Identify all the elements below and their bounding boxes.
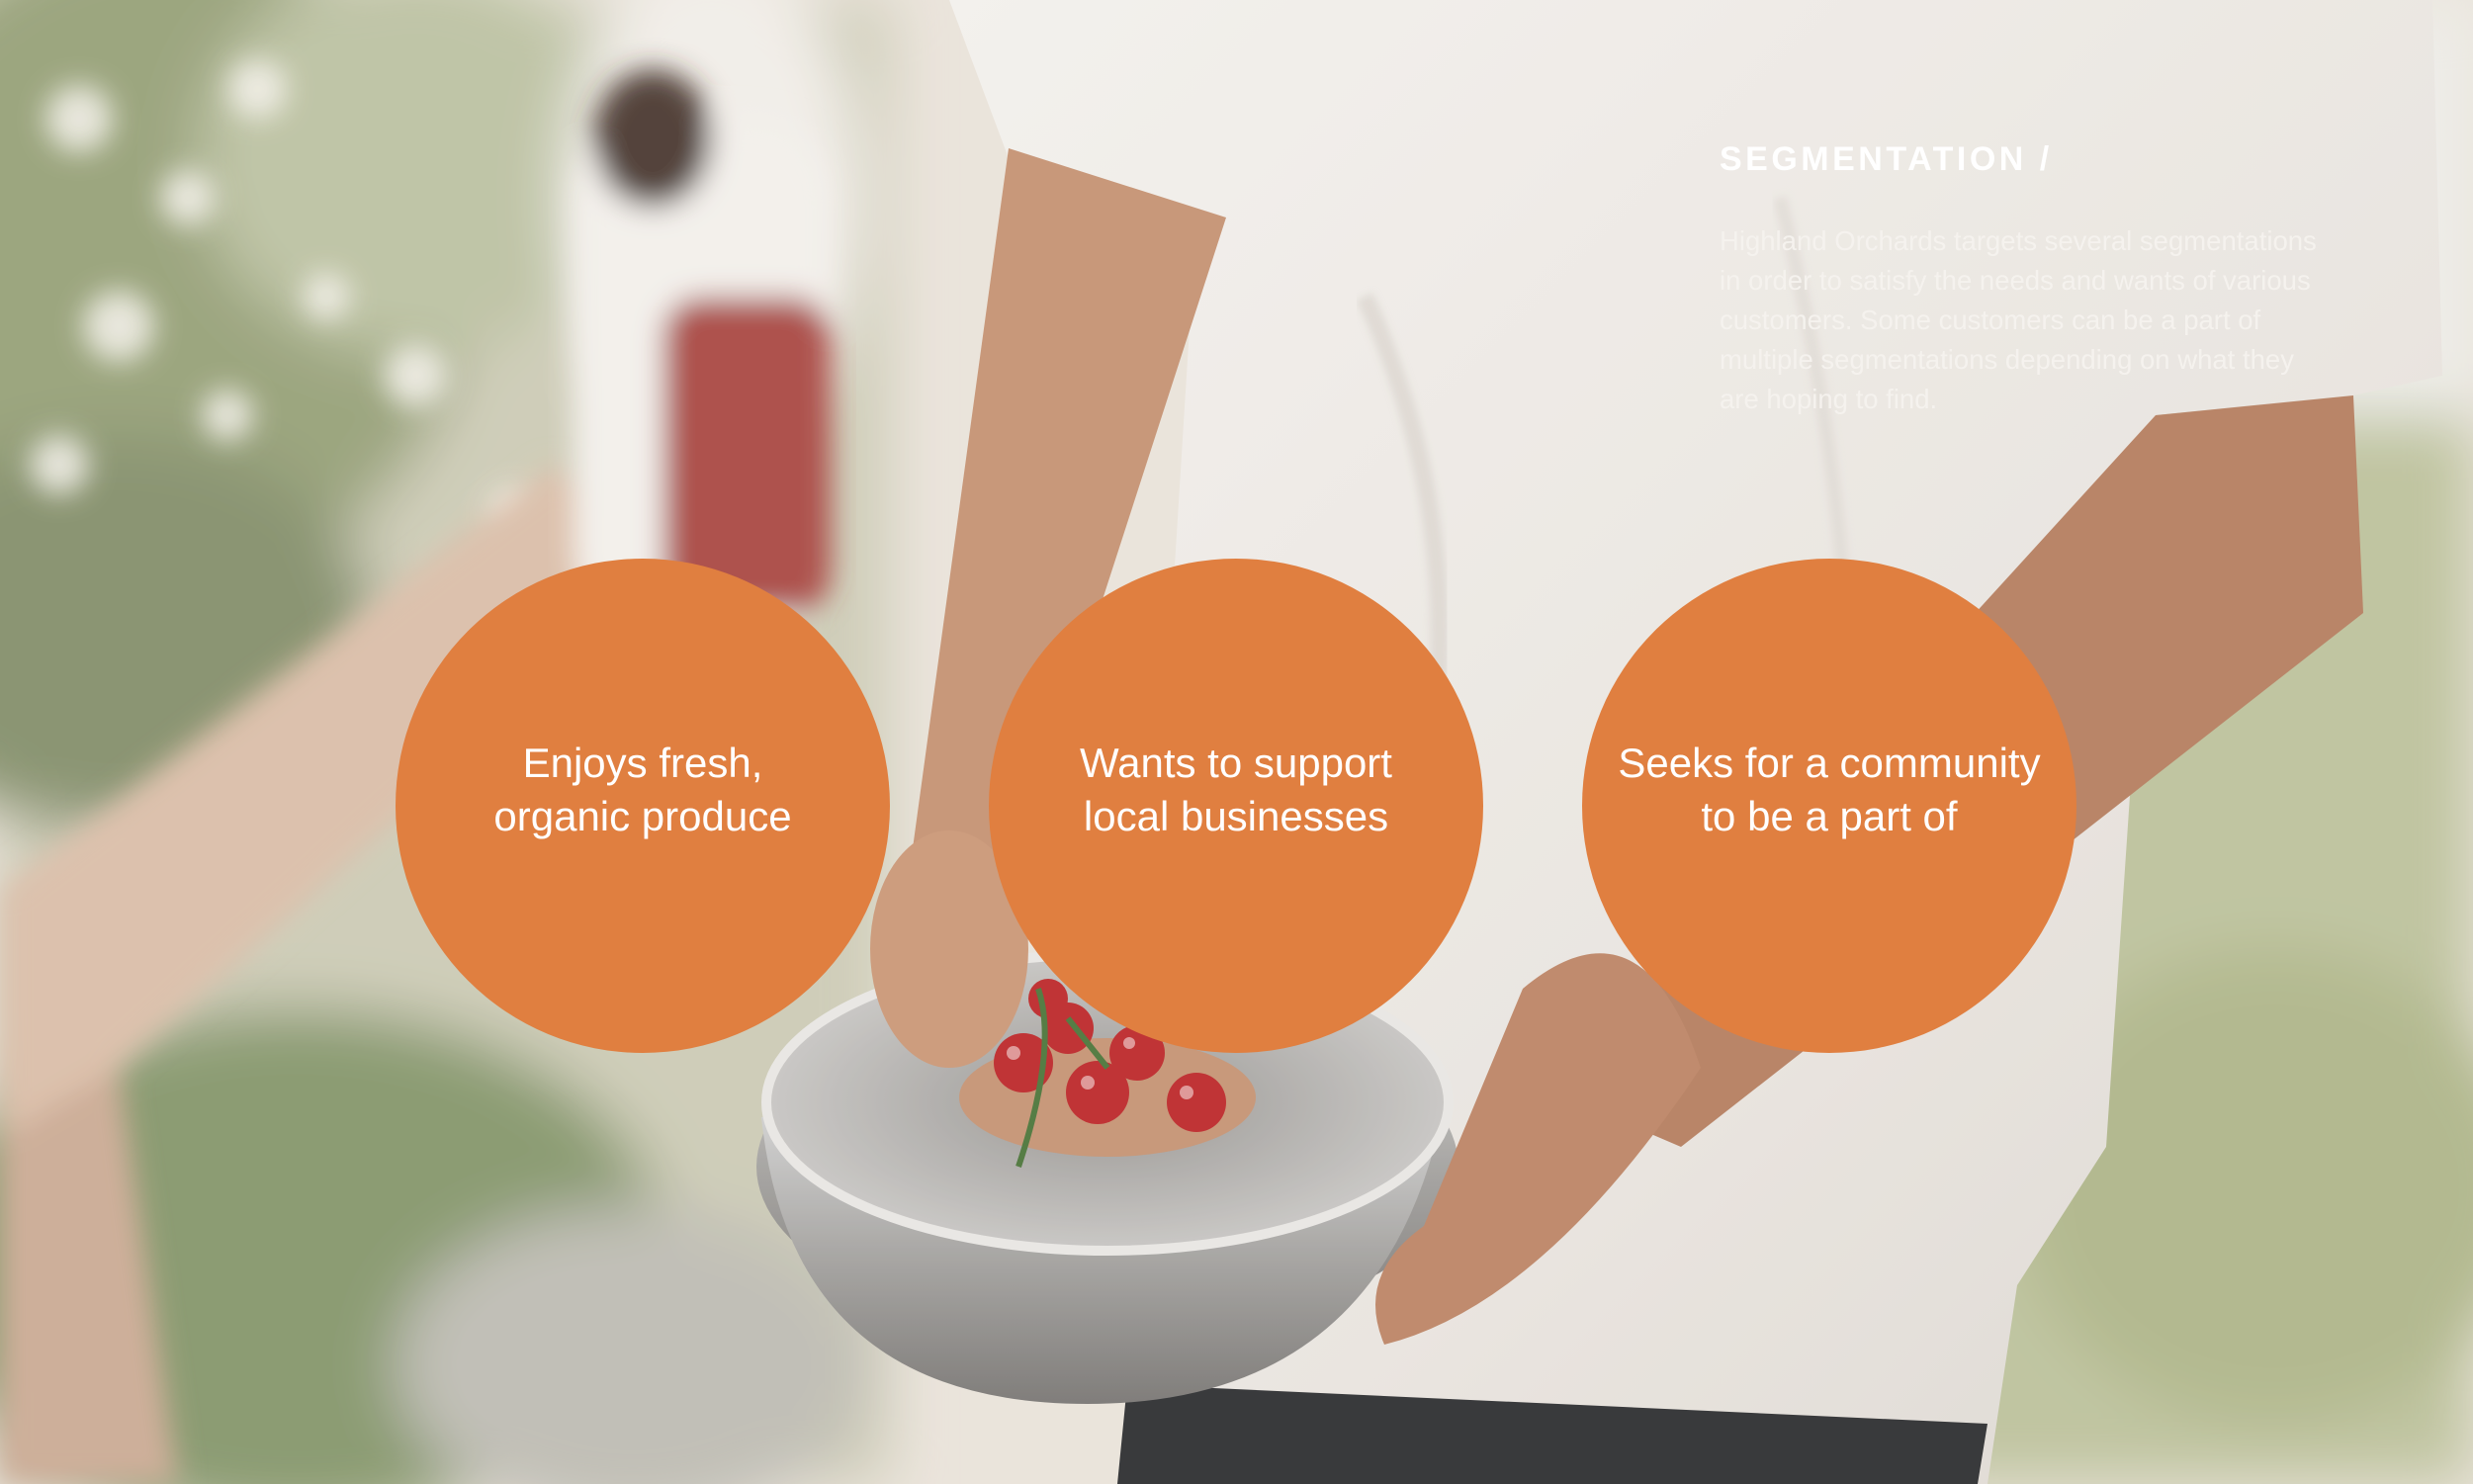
segment-label: Enjoys fresh, organic produce bbox=[493, 740, 792, 839]
section-description: Highland Orchards targets several segmen… bbox=[1720, 225, 2317, 414]
segment-label: Wants to support local businesses bbox=[1080, 740, 1392, 839]
section-heading: SEGMENTATION / bbox=[1720, 140, 2053, 178]
segment-circle: Enjoys fresh, organic produce bbox=[396, 559, 890, 1053]
segment-label: Seeks for a community to be a part of bbox=[1618, 740, 2041, 839]
segmentation-slide: SEGMENTATION / Highland Orchards targets… bbox=[0, 0, 2473, 1484]
segment-circle: Wants to support local businesses bbox=[989, 559, 1483, 1053]
segment-circle: Seeks for a community to be a part of bbox=[1582, 559, 2076, 1053]
